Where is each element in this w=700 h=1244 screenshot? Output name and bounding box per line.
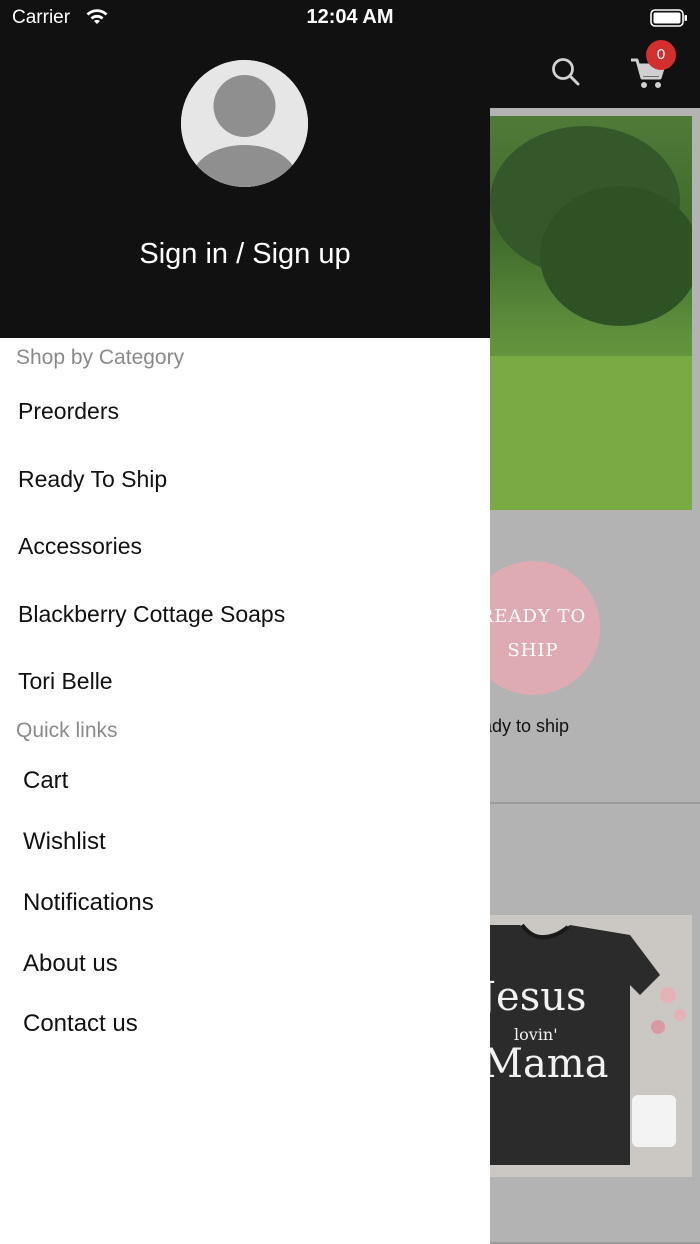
navigation-drawer: Sign in / Sign up Shop by Category Preor…	[0, 0, 490, 1244]
avatar-icon[interactable]	[181, 60, 308, 187]
quick-links-title: Quick links	[16, 719, 118, 742]
quick-link-wishlist[interactable]: Wishlist	[23, 828, 106, 856]
battery-icon	[650, 8, 688, 33]
search-icon[interactable]	[548, 54, 584, 90]
status-bar: Carrier 12:04 AM	[0, 0, 700, 36]
quick-link-about-us[interactable]: About us	[23, 950, 118, 978]
tshirt-product-image[interactable]: Jesus lovin' Mama	[480, 915, 692, 1177]
menu-item-ready-to-ship[interactable]: Ready To Ship	[18, 466, 167, 493]
quick-link-cart[interactable]: Cart	[23, 767, 68, 795]
tshirt-text-line: Mama	[482, 1041, 609, 1087]
quick-link-contact-us[interactable]: Contact us	[23, 1010, 138, 1038]
drawer-header: Sign in / Sign up	[0, 0, 490, 338]
hero-banner-image[interactable]	[480, 116, 692, 510]
menu-item-accessories[interactable]: Accessories	[18, 533, 142, 560]
shop-by-category-title: Shop by Category	[16, 346, 185, 369]
menu-item-tori-belle[interactable]: Tori Belle	[18, 668, 113, 695]
hero-foliage	[540, 186, 692, 326]
sign-in-link[interactable]: Sign in / Sign up	[0, 238, 490, 271]
hero-grass	[480, 356, 692, 510]
cart-badge: 0	[646, 40, 676, 70]
tshirt-text-line: Jesus	[480, 974, 587, 1020]
menu-item-blackberry-cottage-soaps[interactable]: Blackberry Cottage Soaps	[18, 601, 285, 628]
menu-item-preorders[interactable]: Preorders	[18, 398, 119, 425]
quick-link-notifications[interactable]: Notifications	[23, 889, 154, 917]
status-time: 12:04 AM	[306, 6, 394, 28]
